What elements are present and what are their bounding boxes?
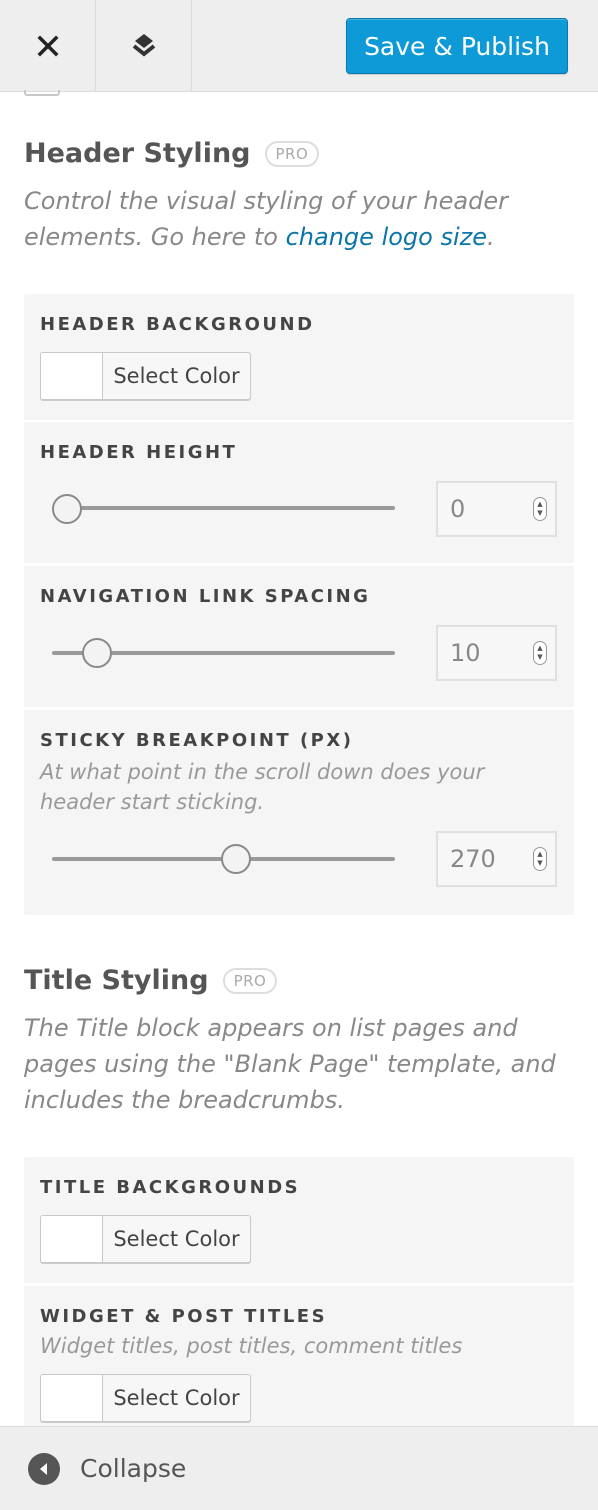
nav-spacing-slider-handle[interactable] [82,638,112,668]
title-backgrounds-select-color-button[interactable]: Select Color [40,1215,251,1263]
save-publish-button[interactable]: Save & Publish [346,18,568,74]
collapse-label[interactable]: Collapse [80,1454,186,1483]
select-color-label: Select Color [113,1227,240,1251]
select-color-label: Select Color [113,1386,240,1410]
control-label: HEADER HEIGHT [40,442,238,463]
pro-badge: PRO [264,140,320,167]
spinner-icon[interactable]: ▲ ▼ [533,641,547,665]
collapse-arrow-icon[interactable] [28,1452,60,1485]
control-label: HEADER BACKGROUND [40,314,315,335]
collapse-bar[interactable]: Collapse [0,1426,598,1510]
widget-post-titles-control: WIDGET & POST TITLES Widget titles, post… [24,1286,574,1426]
close-icon [37,35,58,56]
device-preview-button[interactable] [96,0,192,91]
control-label: STICKY BREAKPOINT (PX) [40,730,354,751]
color-swatch [41,353,103,399]
header-background-control: HEADER BACKGROUND Select Color [24,294,574,420]
header-height-input[interactable]: 0 ▲ ▼ [436,481,557,537]
title-styling-title: Title Styling PRO [24,965,278,996]
description-suffix: . [487,223,495,251]
header-height-slider-track[interactable] [52,506,395,510]
title-styling-description: The Title block appears on list pages an… [24,1014,556,1114]
sticky-breakpoint-slider-handle[interactable] [221,844,251,874]
header-styling-title: Header Styling PRO [24,138,320,169]
nav-spacing-input[interactable]: 10 ▲ ▼ [436,625,557,681]
number-value: 0 [450,495,466,523]
spinner-icon[interactable]: ▲ ▼ [533,497,547,521]
control-label: TITLE BACKGROUNDS [40,1177,301,1198]
customizer-toolbar: Save & Publish [0,0,598,92]
title-backgrounds-control: TITLE BACKGROUNDS Select Color [24,1157,574,1283]
partial-checkbox [24,90,60,96]
color-swatch [41,1375,103,1421]
sticky-breakpoint-control: STICKY BREAKPOINT (PX) At what point in … [24,710,574,915]
color-swatch [41,1216,103,1262]
close-button[interactable] [0,0,96,91]
widget-titles-select-color-button[interactable]: Select Color [40,1374,251,1422]
header-height-control: HEADER HEIGHT 0 ▲ ▼ [24,422,574,563]
header-styling-description: Control the visual styling of your heade… [24,183,574,255]
number-value: 270 [450,845,496,873]
control-description: At what point in the scroll down does yo… [40,760,485,814]
number-value: 10 [450,639,481,667]
select-color-label: Select Color [113,364,240,388]
header-background-select-color-button[interactable]: Select Color [40,352,251,400]
section-title-text: Title Styling [24,965,209,996]
control-description: Widget titles, post titles, comment titl… [40,1334,463,1358]
layers-icon [132,33,155,57]
change-logo-size-link[interactable]: change logo size [286,223,487,251]
pro-badge: PRO [222,967,278,994]
control-label: NAVIGATION LINK SPACING [40,586,371,607]
section-title-text: Header Styling [24,138,251,169]
control-label: WIDGET & POST TITLES [40,1306,328,1327]
spinner-icon[interactable]: ▲ ▼ [533,847,547,871]
header-height-slider-handle[interactable] [52,494,82,524]
sticky-breakpoint-input[interactable]: 270 ▲ ▼ [436,831,557,887]
navigation-link-spacing-control: NAVIGATION LINK SPACING 10 ▲ ▼ [24,566,574,707]
